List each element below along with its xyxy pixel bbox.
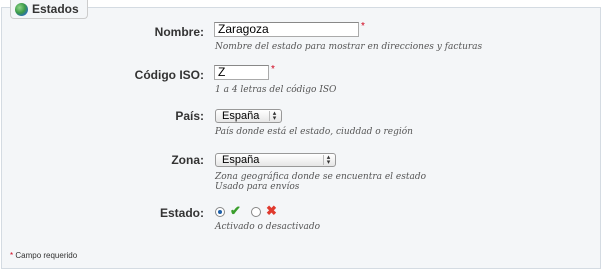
iso-required-mark: * [271, 64, 275, 75]
status-enabled-radio[interactable] [215, 207, 225, 217]
status-label: Estado: [159, 206, 204, 220]
iso-input[interactable]: Z [214, 65, 269, 80]
status-disabled-radio[interactable] [251, 207, 261, 217]
name-label: Nombre: [154, 25, 204, 39]
status-hint: Activado o desactivado [215, 222, 321, 232]
country-select[interactable]: España ▴ ▾ [215, 109, 282, 123]
name-required-mark: * [361, 21, 365, 32]
iso-hint: 1 a 4 letras del código ISO [215, 85, 337, 95]
country-selected: España [222, 110, 260, 122]
zone-label: Zona: [171, 153, 204, 167]
cross-icon[interactable]: ✖ [266, 204, 277, 217]
zone-hint-line1: Zona geográfica donde se encuentra el es… [215, 172, 427, 182]
zone-hint-line2: Usado para envíos [215, 182, 300, 192]
required-footnote: * Campo requerido [10, 251, 77, 260]
states-panel: Estados Nombre: Zaragoza * Nombre del es… [1, 0, 601, 269]
check-icon[interactable]: ✔ [230, 204, 241, 217]
country-hint: País donde está el estado, ciuddad o reg… [215, 127, 413, 137]
footnote-text: Campo requerido [13, 251, 78, 260]
name-input[interactable]: Zaragoza [214, 22, 359, 37]
zone-selected: España [222, 154, 260, 166]
section-legend: Estados [10, 0, 88, 19]
globe-icon [15, 2, 28, 16]
select-arrows-icon: ▴ ▾ [269, 110, 279, 122]
zone-select[interactable]: España ▴ ▾ [215, 153, 336, 167]
name-hint: Nombre del estado para mostrar en direcc… [215, 42, 483, 52]
country-label: País: [175, 109, 204, 123]
iso-label: Código ISO: [134, 68, 204, 82]
section-title: Estados [32, 2, 79, 16]
select-arrows-icon: ▴ ▾ [323, 154, 333, 166]
